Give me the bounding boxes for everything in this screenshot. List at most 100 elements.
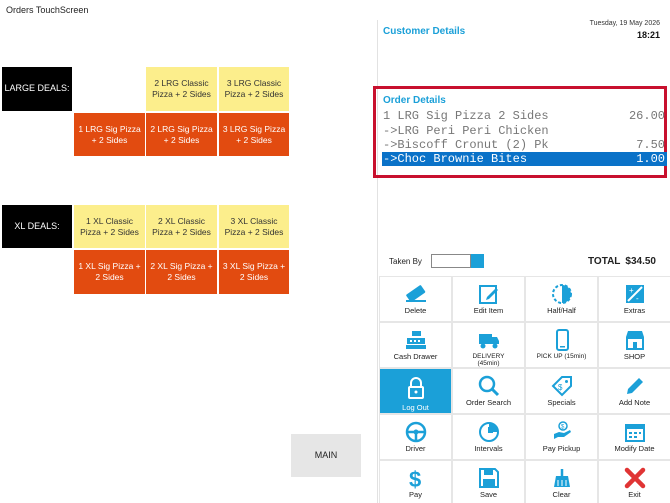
edit-item-button[interactable]: Edit Item xyxy=(453,277,524,321)
deal-2-lrg-sig[interactable]: 2 LRG Sig Pizza + 2 Sides xyxy=(146,113,217,156)
cash-drawer-button-label: Cash Drawer xyxy=(393,352,438,361)
specials-button[interactable]: $ Specials xyxy=(526,369,597,413)
modify-date-button-label: Modify Date xyxy=(614,444,655,453)
deal-2-xl-sig[interactable]: 2 XL Sig Pizza + 2 Sides xyxy=(146,250,217,294)
deal-2-lrg-classic[interactable]: 2 LRG Classic Pizza + 2 Sides xyxy=(146,67,217,111)
add-note-button[interactable]: Add Note xyxy=(599,369,670,413)
modify-date-button[interactable]: Modify Date xyxy=(599,415,670,459)
log-out-button-label: Log Out xyxy=(402,403,429,412)
order-line-text: ->Biscoff Cronut (2) Pk xyxy=(383,138,549,152)
time-label: 18:21 xyxy=(636,30,660,40)
add-note-button-label: Add Note xyxy=(618,398,651,407)
lock-icon xyxy=(404,376,428,400)
deal-3-xl-sig[interactable]: 3 XL Sig Pizza + 2 Sides xyxy=(219,250,289,294)
deal-3-lrg-classic[interactable]: 3 LRG Classic Pizza + 2 Sides xyxy=(219,67,289,111)
order-line-price: 7.50 xyxy=(636,138,665,152)
search-icon xyxy=(477,374,501,398)
pay-button-label: Pay xyxy=(409,490,422,499)
deal-1-xl-classic[interactable]: 1 XL Classic Pizza + 2 Sides xyxy=(74,205,145,248)
pay-pickup-button-label: Pay Pickup xyxy=(542,444,581,453)
clear-button-label: Clear xyxy=(552,490,571,499)
order-line[interactable]: ->LRG Peri Peri Chicken xyxy=(382,124,667,138)
edit-item-button-label: Edit Item xyxy=(473,306,504,315)
extras-button-label: Extras xyxy=(623,306,646,315)
large-deals-label: LARGE DEALS: xyxy=(2,67,72,111)
half-circle-icon xyxy=(550,282,574,306)
driver-button-label: Driver xyxy=(405,444,426,453)
edit-icon xyxy=(477,282,501,306)
customer-details-title[interactable]: Customer Details xyxy=(383,26,465,37)
half-half-button-label: Half/Half xyxy=(547,306,576,315)
delivery-button[interactable]: DELIVERY (45min) xyxy=(453,323,524,367)
specials-button-label: Specials xyxy=(547,398,576,407)
half-half-button[interactable]: Half/Half xyxy=(526,277,597,321)
dollar-icon: $ xyxy=(404,466,428,490)
shop-icon xyxy=(623,328,647,352)
taken-by-dropdown-button[interactable] xyxy=(471,254,484,268)
exit-button-label: Exit xyxy=(628,490,641,499)
pencil-icon xyxy=(623,374,647,398)
extras-button[interactable]: + - Extras xyxy=(599,277,670,321)
order-panel: Customer Details Tuesday, 19 May 2026 18… xyxy=(373,20,670,503)
delete-button-label: Delete xyxy=(404,306,427,315)
order-line-price: 26.00 xyxy=(628,109,665,123)
main-button[interactable]: MAIN xyxy=(291,434,361,477)
delete-button[interactable]: Delete xyxy=(380,277,451,321)
svg-text:$: $ xyxy=(409,467,421,490)
tag-icon: $ xyxy=(550,374,574,398)
order-search-button[interactable]: Order Search xyxy=(453,369,524,413)
truck-icon xyxy=(477,328,501,352)
deal-3-xl-classic[interactable]: 3 XL Classic Pizza + 2 Sides xyxy=(219,205,289,248)
order-details-title: Order Details xyxy=(383,95,446,106)
clear-icon xyxy=(550,466,574,490)
taken-by-field[interactable] xyxy=(431,254,471,268)
deal-3-lrg-sig[interactable]: 3 LRG Sig Pizza + 2 Sides xyxy=(219,113,289,156)
order-line-text: ->Choc Brownie Bites xyxy=(383,152,528,166)
order-line-selected[interactable]: ->Choc Brownie Bites 1.00 xyxy=(382,152,667,166)
order-line-price: 1.00 xyxy=(636,152,665,166)
deal-1-xl-sig[interactable]: 1 XL Sig Pizza + 2 Sides xyxy=(74,250,145,294)
shop-button-label: SHOP xyxy=(623,352,646,361)
pay-pickup-button[interactable]: $ Pay Pickup xyxy=(526,415,597,459)
save-icon xyxy=(477,466,501,490)
xl-deals-label: XL DEALS: xyxy=(2,205,72,248)
save-button[interactable]: Save xyxy=(453,461,524,503)
deal-2-xl-classic[interactable]: 2 XL Classic Pizza + 2 Sides xyxy=(146,205,217,248)
svg-text:+: + xyxy=(629,286,634,295)
driver-button[interactable]: Driver xyxy=(380,415,451,459)
steering-wheel-icon xyxy=(404,420,428,444)
total-value: $34.50 xyxy=(625,256,656,267)
order-line-text: ->LRG Peri Peri Chicken xyxy=(383,124,549,138)
eraser-icon xyxy=(404,282,428,306)
save-button-label: Save xyxy=(479,490,498,499)
shop-button[interactable]: SHOP xyxy=(599,323,670,367)
pay-hand-icon: $ xyxy=(550,420,574,444)
order-line-text: 1 LRG Sig Pizza 2 Sides xyxy=(383,109,549,123)
pay-button[interactable]: $ Pay xyxy=(380,461,451,503)
extras-icon: + - xyxy=(623,282,647,306)
order-search-button-label: Order Search xyxy=(465,398,512,407)
pick-up-button[interactable]: PICK UP (15min) xyxy=(526,323,597,367)
cash-register-icon xyxy=(404,328,428,352)
clear-button[interactable]: Clear xyxy=(526,461,597,503)
intervals-button[interactable]: Intervals xyxy=(453,415,524,459)
delivery-button-label: DELIVERY (45min) xyxy=(472,352,505,367)
cash-drawer-button[interactable]: Cash Drawer xyxy=(380,323,451,367)
date-label: Tuesday, 19 May 2026 xyxy=(589,20,660,27)
total-label: TOTAL xyxy=(588,256,621,267)
taken-by-label: Taken By xyxy=(389,257,422,266)
window-title: Orders TouchScreen xyxy=(6,5,89,15)
title-bar: Orders TouchScreen xyxy=(0,0,670,20)
intervals-button-label: Intervals xyxy=(474,444,503,453)
deal-1-lrg-sig[interactable]: 1 LRG Sig Pizza + 2 Sides xyxy=(74,113,145,156)
deals-panel: LARGE DEALS: 2 LRG Classic Pizza + 2 Sid… xyxy=(0,20,378,503)
order-line[interactable]: ->Biscoff Cronut (2) Pk 7.50 xyxy=(382,138,667,152)
timer-icon xyxy=(477,420,501,444)
pick-up-button-label: PICK UP (15min) xyxy=(536,353,587,360)
exit-button[interactable]: Exit xyxy=(599,461,670,503)
exit-icon xyxy=(623,466,647,490)
log-out-button[interactable]: Log Out xyxy=(380,369,451,413)
calendar-icon xyxy=(623,420,647,444)
order-line[interactable]: 1 LRG Sig Pizza 2 Sides 26.00 xyxy=(382,109,667,123)
phone-icon xyxy=(550,328,574,352)
